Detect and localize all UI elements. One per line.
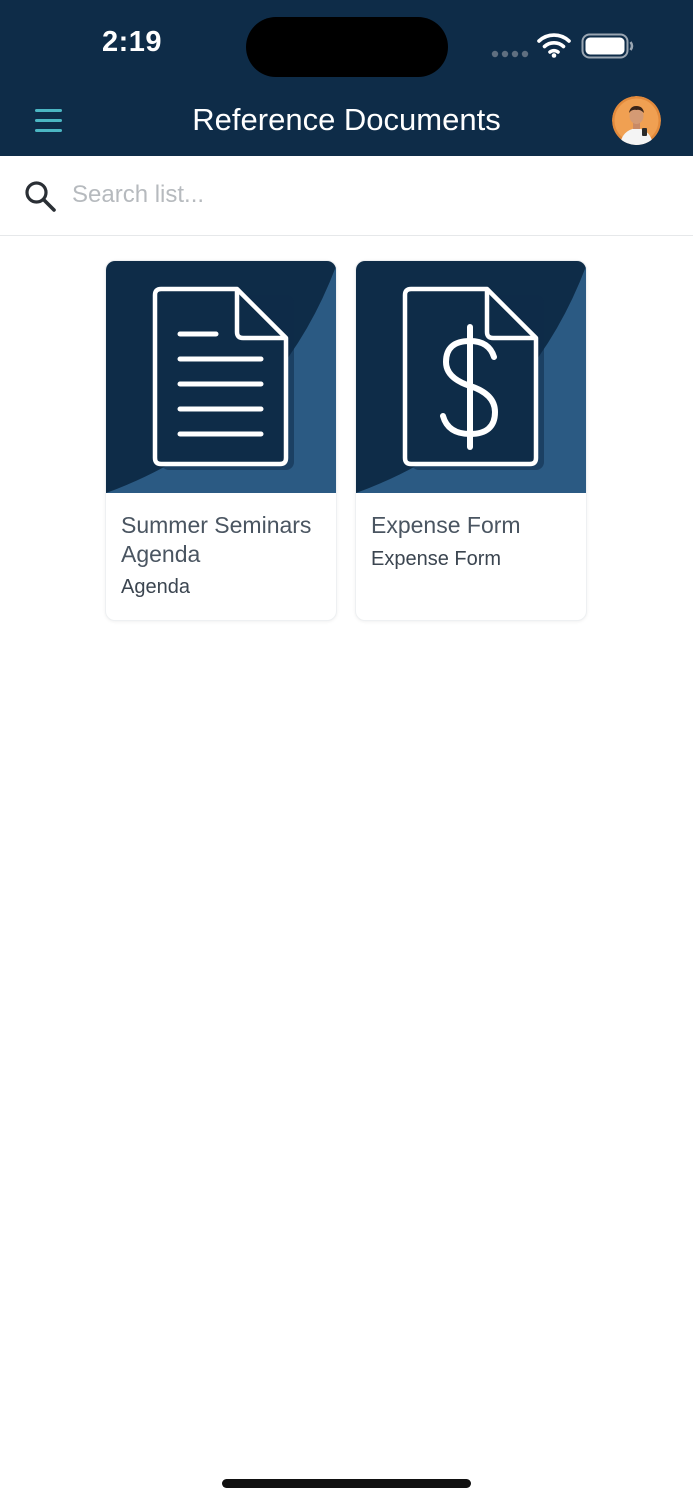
page-title: Reference Documents bbox=[192, 102, 501, 137]
search-bar bbox=[0, 156, 693, 236]
document-title: Summer Seminars Agenda bbox=[121, 512, 312, 567]
home-indicator bbox=[222, 1479, 471, 1488]
document-card[interactable]: Expense Form Expense Form bbox=[355, 260, 587, 621]
top-bar: 2:19 Reference Documents bbox=[0, 0, 693, 156]
document-subtitle: Expense Form bbox=[371, 548, 502, 570]
document-title: Expense Form bbox=[371, 512, 521, 538]
document-subtitle: Agenda bbox=[121, 576, 190, 598]
cellular-signal-icon bbox=[491, 50, 529, 58]
menu-button[interactable] bbox=[26, 100, 70, 140]
avatar-image bbox=[612, 96, 661, 145]
document-dollar-icon bbox=[356, 261, 586, 493]
battery-icon bbox=[581, 33, 634, 59]
user-avatar[interactable] bbox=[612, 96, 661, 145]
search-icon bbox=[25, 181, 56, 212]
status-time: 2:19 bbox=[102, 26, 163, 58]
document-lines-icon bbox=[106, 261, 336, 493]
hamburger-menu-icon bbox=[35, 109, 62, 132]
app-screen: 2:19 Reference Documents Search list... … bbox=[0, 0, 693, 1500]
dynamic-island bbox=[246, 17, 448, 77]
document-card[interactable]: Summer Seminars Agenda Agenda bbox=[105, 260, 337, 621]
search-input[interactable] bbox=[72, 174, 652, 216]
wifi-icon bbox=[537, 33, 571, 58]
